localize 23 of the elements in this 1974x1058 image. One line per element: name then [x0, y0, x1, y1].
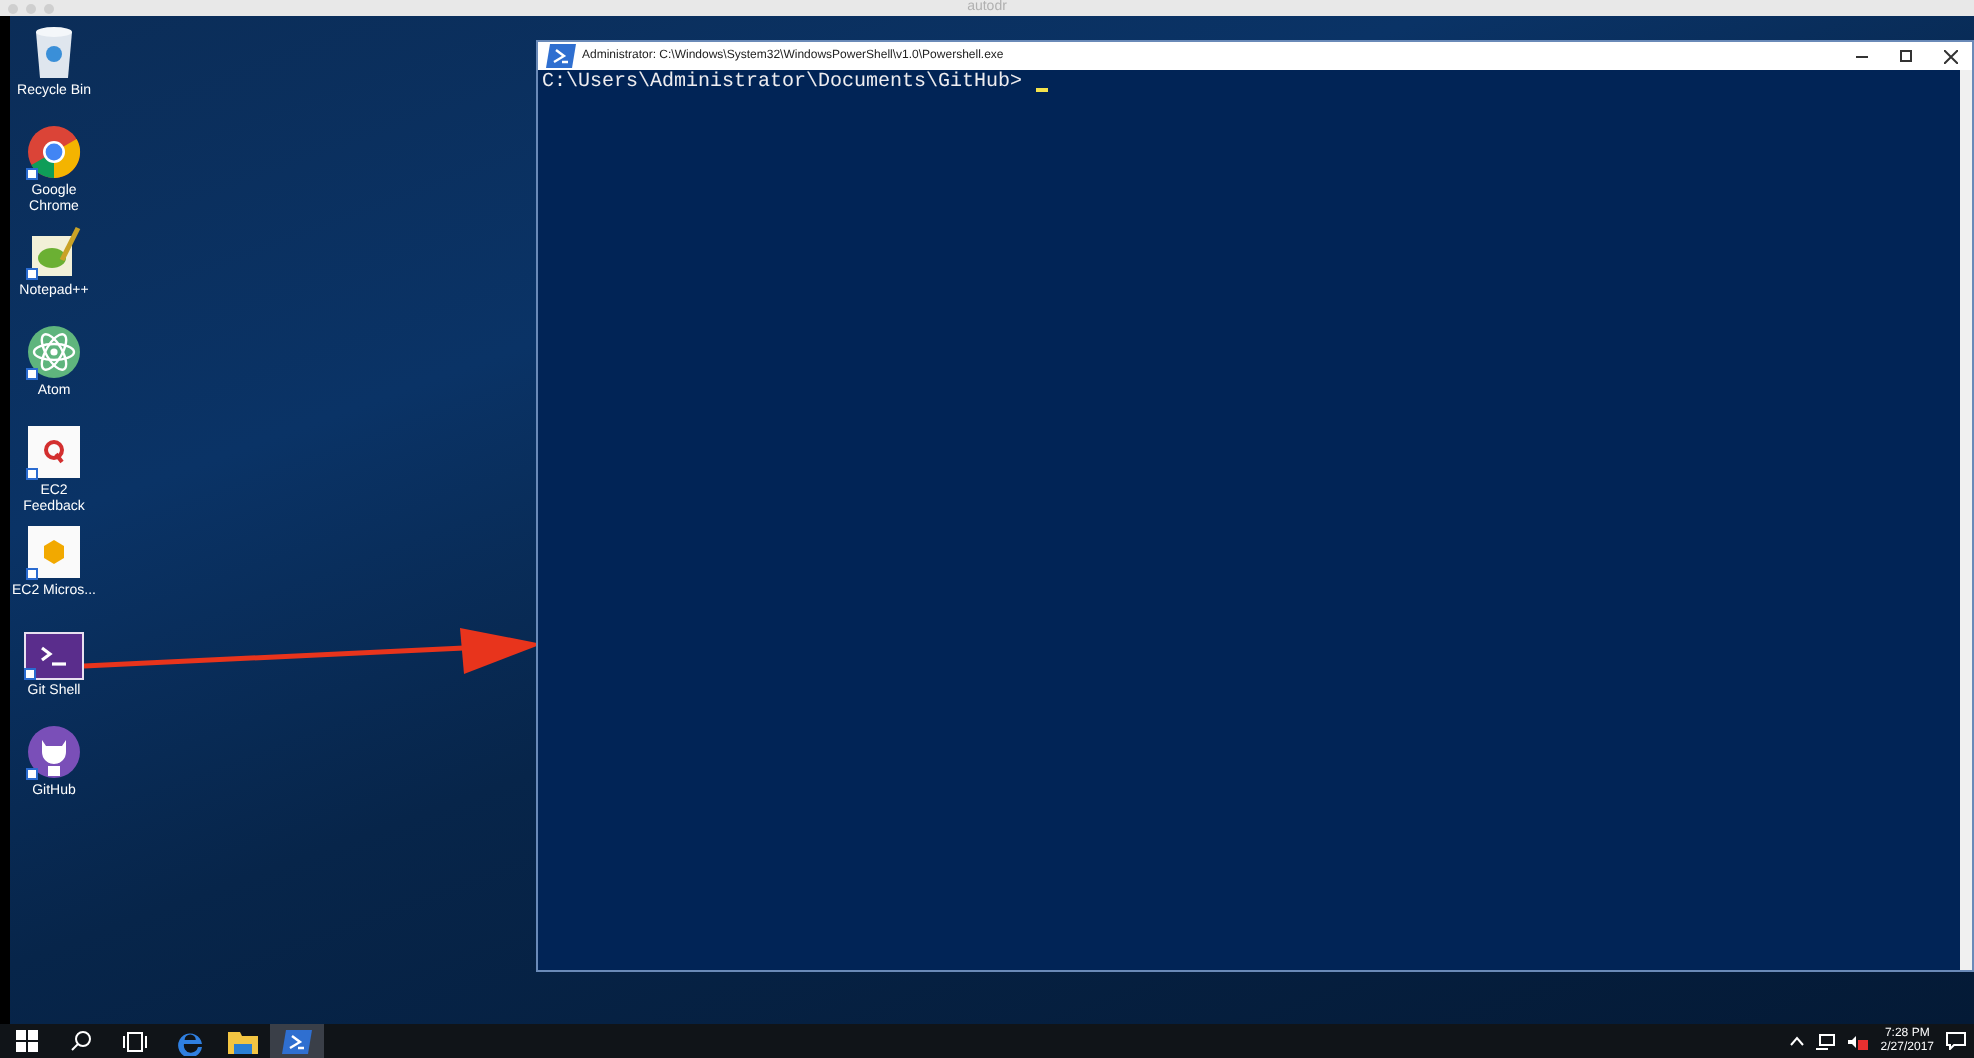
- close-icon: [1943, 49, 1957, 63]
- notifications-icon[interactable]: [1946, 1032, 1966, 1050]
- atom-icon: [26, 324, 82, 380]
- speaker-muted-icon[interactable]: [1848, 1033, 1869, 1049]
- network-icon[interactable]: [1816, 1033, 1837, 1049]
- recycle-bin-icon: [30, 24, 78, 80]
- octocat-icon: [26, 724, 82, 780]
- console-prompt: C:\Users\Administrator\Documents\GitHub>: [542, 72, 1023, 94]
- chevron-up-icon[interactable]: [1790, 1036, 1805, 1046]
- text-cursor: [1036, 88, 1049, 92]
- windows-start-icon[interactable]: [16, 1030, 38, 1052]
- notepad-icon: [26, 224, 82, 280]
- chrome-icon: [26, 124, 82, 180]
- terminal-icon: [24, 632, 84, 680]
- cube-icon: [26, 524, 82, 580]
- powershell-icon[interactable]: [282, 1029, 312, 1053]
- powershell-icon[interactable]: [546, 44, 576, 68]
- folder-icon[interactable]: [228, 1029, 258, 1053]
- scrollbar[interactable]: [1960, 70, 1972, 970]
- search-icon[interactable]: [70, 1030, 92, 1052]
- taskbar-button[interactable]: [270, 1024, 324, 1058]
- feedback-icon: [26, 424, 82, 480]
- task-view-icon[interactable]: [122, 1031, 148, 1051]
